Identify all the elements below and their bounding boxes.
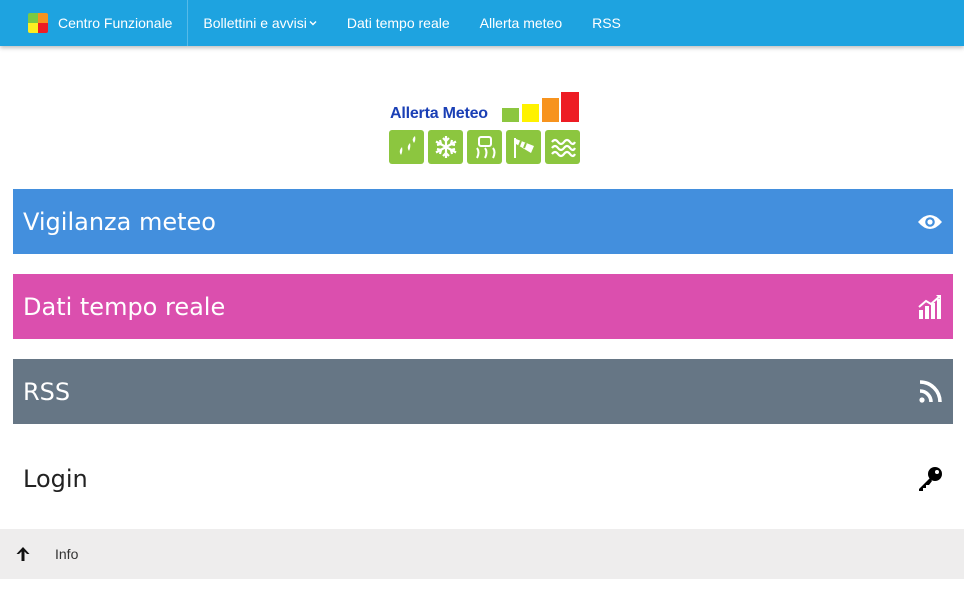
allerta-meteo-logo: Allerta Meteo bbox=[389, 92, 581, 166]
nav-item-allerta-meteo[interactable]: Allerta meteo bbox=[465, 0, 577, 46]
brand-link[interactable]: Centro Funzionale bbox=[0, 0, 189, 46]
eye-icon bbox=[917, 209, 943, 235]
nav-item-bollettini[interactable]: Bollettini e avvisi bbox=[188, 0, 332, 46]
rain-icon bbox=[389, 130, 424, 164]
arrow-up-icon[interactable] bbox=[14, 545, 32, 563]
footer-bar: Info bbox=[0, 529, 964, 579]
ice-road-icon bbox=[467, 130, 502, 164]
brand-title: Centro Funzionale bbox=[58, 15, 173, 31]
nav-item-label: Dati tempo reale bbox=[346, 15, 450, 31]
panel-login[interactable]: Login bbox=[13, 446, 953, 511]
logo-bar-yellow bbox=[522, 104, 539, 122]
nav-item-rss[interactable]: RSS bbox=[577, 0, 636, 46]
info-link[interactable]: Info bbox=[55, 546, 78, 562]
logo-bar-orange bbox=[542, 98, 559, 122]
rss-icon bbox=[917, 379, 943, 405]
nav-item-label: Allerta meteo bbox=[479, 15, 563, 31]
logo-bar-green bbox=[502, 108, 519, 122]
logo-hazard-tiles bbox=[389, 130, 580, 164]
brand-logo-icon bbox=[28, 13, 48, 33]
panel-label: Dati tempo reale bbox=[23, 292, 226, 321]
nav-item-label: RSS bbox=[592, 15, 621, 31]
snowflake-icon bbox=[428, 130, 463, 164]
key-icon bbox=[917, 466, 943, 492]
bar-chart-icon bbox=[917, 294, 943, 320]
nav-item-label: Bollettini e avvisi bbox=[203, 15, 307, 31]
panel-label: Vigilanza meteo bbox=[23, 207, 216, 236]
panel-rss[interactable]: RSS bbox=[13, 359, 953, 424]
panel-label: Login bbox=[23, 464, 88, 493]
panel-dati-tempo-reale[interactable]: Dati tempo reale bbox=[13, 274, 953, 339]
logo-title: Allerta Meteo bbox=[390, 105, 488, 122]
panel-label: RSS bbox=[23, 377, 71, 406]
windsock-icon bbox=[506, 130, 541, 164]
nav-item-dati-tempo-reale[interactable]: Dati tempo reale bbox=[332, 0, 465, 46]
panel-vigilanza-meteo[interactable]: Vigilanza meteo bbox=[13, 189, 953, 254]
chevron-down-icon bbox=[309, 21, 317, 26]
waves-icon bbox=[545, 130, 580, 164]
logo-bar-red bbox=[561, 92, 579, 122]
top-navbar: Centro Funzionale Bollettini e avvisi Da… bbox=[0, 0, 964, 46]
